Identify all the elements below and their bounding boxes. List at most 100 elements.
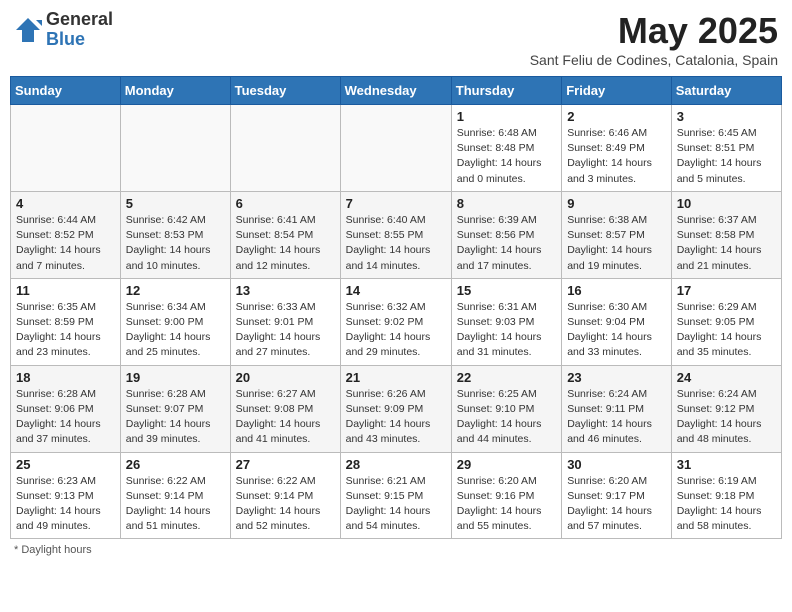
day-number: 24 [677, 370, 776, 385]
day-number: 10 [677, 196, 776, 211]
day-number: 3 [677, 109, 776, 124]
calendar-cell: 19Sunrise: 6:28 AM Sunset: 9:07 PM Dayli… [120, 365, 230, 452]
calendar-cell: 25 Sunrise: 6:23 AM Sunset: 9:13 PM Dayli… [11, 452, 121, 539]
calendar-cell: 24Sunrise: 6:24 AM Sunset: 9:12 PM Dayli… [671, 365, 781, 452]
day-number: 31 [677, 457, 776, 472]
day-info: Sunrise: 6:35 AM Sunset: 8:59 PM Dayligh… [16, 300, 115, 361]
day-number: 15 [457, 283, 556, 298]
calendar-cell [340, 105, 451, 192]
day-number: 29 [457, 457, 556, 472]
weekday-header-friday: Friday [562, 77, 672, 105]
day-info: Sunrise: 6:44 AM Sunset: 8:52 PM Dayligh… [16, 213, 115, 274]
day-number: 30 [567, 457, 666, 472]
day-info: Sunrise: 6:28 AM Sunset: 9:06 PM Dayligh… [16, 387, 115, 448]
calendar-cell: 15 Sunrise: 6:31 AM Sunset: 9:03 PM Dayli… [451, 278, 561, 365]
calendar-cell: 14Sunrise: 6:32 AM Sunset: 9:02 PM Dayli… [340, 278, 451, 365]
day-info: Sunrise: 6:22 AM Sunset: 9:14 PM Dayligh… [236, 474, 335, 535]
calendar-week-row: 18 Sunrise: 6:28 AM Sunset: 9:06 PM Dayli… [11, 365, 782, 452]
day-info: Sunrise: 6:40 AM Sunset: 8:55 PM Dayligh… [346, 213, 446, 274]
day-info: Sunrise: 6:21 AM Sunset: 9:15 PM Dayligh… [346, 474, 446, 535]
footer-text: Daylight hours [21, 544, 91, 556]
calendar-cell [11, 105, 121, 192]
day-number: 17 [677, 283, 776, 298]
calendar-cell: 16 Sunrise: 6:30 AM Sunset: 9:04 PM Dayli… [562, 278, 672, 365]
calendar-cell: 29Sunrise: 6:20 AM Sunset: 9:16 PM Dayli… [451, 452, 561, 539]
day-info: Sunrise: 6:34 AM Sunset: 9:00 PM Dayligh… [126, 300, 225, 361]
day-number: 27 [236, 457, 335, 472]
calendar-week-row: 1Sunrise: 6:48 AM Sunset: 8:48 PM Daylig… [11, 105, 782, 192]
calendar-cell: 6Sunrise: 6:41 AM Sunset: 8:54 PM Daylig… [230, 191, 340, 278]
calendar-cell: 2Sunrise: 6:46 AM Sunset: 8:49 PM Daylig… [562, 105, 672, 192]
day-info: Sunrise: 6:38 AM Sunset: 8:57 PM Dayligh… [567, 213, 666, 274]
weekday-header-monday: Monday [120, 77, 230, 105]
calendar-cell: 11 Sunrise: 6:35 AM Sunset: 8:59 PM Dayli… [11, 278, 121, 365]
day-number: 20 [236, 370, 335, 385]
day-number: 14 [346, 283, 446, 298]
day-number: 23 [567, 370, 666, 385]
calendar-cell: 30 Sunrise: 6:20 AM Sunset: 9:17 PM Dayli… [562, 452, 672, 539]
day-info: Sunrise: 6:45 AM Sunset: 8:51 PM Dayligh… [677, 126, 776, 187]
calendar-cell: 20 Sunrise: 6:27 AM Sunset: 9:08 PM Dayli… [230, 365, 340, 452]
day-info: Sunrise: 6:33 AM Sunset: 9:01 PM Dayligh… [236, 300, 335, 361]
day-number: 16 [567, 283, 666, 298]
logo-blue-text: Blue [46, 30, 113, 50]
weekday-header-tuesday: Tuesday [230, 77, 340, 105]
calendar-cell: 7 Sunrise: 6:40 AM Sunset: 8:55 PM Daylig… [340, 191, 451, 278]
day-number: 9 [567, 196, 666, 211]
day-info: Sunrise: 6:37 AM Sunset: 8:58 PM Dayligh… [677, 213, 776, 274]
calendar-cell: 13 Sunrise: 6:33 AM Sunset: 9:01 PM Dayli… [230, 278, 340, 365]
weekday-header-saturday: Saturday [671, 77, 781, 105]
day-info: Sunrise: 6:28 AM Sunset: 9:07 PM Dayligh… [126, 387, 225, 448]
day-number: 18 [16, 370, 115, 385]
calendar-cell: 4 Sunrise: 6:44 AM Sunset: 8:52 PM Daylig… [11, 191, 121, 278]
calendar-cell: 9 Sunrise: 6:38 AM Sunset: 8:57 PM Daylig… [562, 191, 672, 278]
footer-note: * Daylight hours [10, 544, 782, 556]
day-number: 22 [457, 370, 556, 385]
day-number: 5 [126, 196, 225, 211]
day-info: Sunrise: 6:48 AM Sunset: 8:48 PM Dayligh… [457, 126, 556, 187]
day-info: Sunrise: 6:42 AM Sunset: 8:53 PM Dayligh… [126, 213, 225, 274]
day-info: Sunrise: 6:25 AM Sunset: 9:10 PM Dayligh… [457, 387, 556, 448]
day-number: 4 [16, 196, 115, 211]
calendar-cell: 28 Sunrise: 6:21 AM Sunset: 9:15 PM Dayli… [340, 452, 451, 539]
day-number: 2 [567, 109, 666, 124]
calendar-cell: 8Sunrise: 6:39 AM Sunset: 8:56 PM Daylig… [451, 191, 561, 278]
calendar-cell [120, 105, 230, 192]
calendar-cell: 26Sunrise: 6:22 AM Sunset: 9:14 PM Dayli… [120, 452, 230, 539]
calendar-cell: 18 Sunrise: 6:28 AM Sunset: 9:06 PM Dayli… [11, 365, 121, 452]
calendar-table: SundayMondayTuesdayWednesdayThursdayFrid… [10, 76, 782, 539]
day-number: 7 [346, 196, 446, 211]
calendar-cell: 31 Sunrise: 6:19 AM Sunset: 9:18 PM Dayli… [671, 452, 781, 539]
day-info: Sunrise: 6:20 AM Sunset: 9:17 PM Dayligh… [567, 474, 666, 535]
day-number: 25 [16, 457, 115, 472]
day-number: 11 [16, 283, 115, 298]
calendar-week-row: 4 Sunrise: 6:44 AM Sunset: 8:52 PM Daylig… [11, 191, 782, 278]
day-info: Sunrise: 6:39 AM Sunset: 8:56 PM Dayligh… [457, 213, 556, 274]
logo-general-text: General [46, 10, 113, 30]
day-info: Sunrise: 6:26 AM Sunset: 9:09 PM Dayligh… [346, 387, 446, 448]
page-header: General Blue May 2025 Sant Feliu de Codi… [10, 10, 782, 68]
logo: General Blue [14, 10, 113, 50]
day-info: Sunrise: 6:41 AM Sunset: 8:54 PM Dayligh… [236, 213, 335, 274]
day-info: Sunrise: 6:31 AM Sunset: 9:03 PM Dayligh… [457, 300, 556, 361]
logo-text: General Blue [46, 10, 113, 50]
day-info: Sunrise: 6:23 AM Sunset: 9:13 PM Dayligh… [16, 474, 115, 535]
day-number: 13 [236, 283, 335, 298]
calendar-cell: 17 Sunrise: 6:29 AM Sunset: 9:05 PM Dayli… [671, 278, 781, 365]
logo-icon [14, 16, 42, 44]
calendar-cell [230, 105, 340, 192]
calendar-cell: 5 Sunrise: 6:42 AM Sunset: 8:53 PM Daylig… [120, 191, 230, 278]
weekday-header-thursday: Thursday [451, 77, 561, 105]
day-info: Sunrise: 6:30 AM Sunset: 9:04 PM Dayligh… [567, 300, 666, 361]
calendar-week-row: 11 Sunrise: 6:35 AM Sunset: 8:59 PM Dayli… [11, 278, 782, 365]
day-info: Sunrise: 6:27 AM Sunset: 9:08 PM Dayligh… [236, 387, 335, 448]
day-info: Sunrise: 6:19 AM Sunset: 9:18 PM Dayligh… [677, 474, 776, 535]
calendar-header-row: SundayMondayTuesdayWednesdayThursdayFrid… [11, 77, 782, 105]
calendar-cell: 21Sunrise: 6:26 AM Sunset: 9:09 PM Dayli… [340, 365, 451, 452]
day-info: Sunrise: 6:29 AM Sunset: 9:05 PM Dayligh… [677, 300, 776, 361]
day-info: Sunrise: 6:22 AM Sunset: 9:14 PM Dayligh… [126, 474, 225, 535]
calendar-cell: 1Sunrise: 6:48 AM Sunset: 8:48 PM Daylig… [451, 105, 561, 192]
day-number: 28 [346, 457, 446, 472]
location-text: Sant Feliu de Codines, Catalonia, Spain [530, 52, 778, 68]
calendar-cell: 12Sunrise: 6:34 AM Sunset: 9:00 PM Dayli… [120, 278, 230, 365]
